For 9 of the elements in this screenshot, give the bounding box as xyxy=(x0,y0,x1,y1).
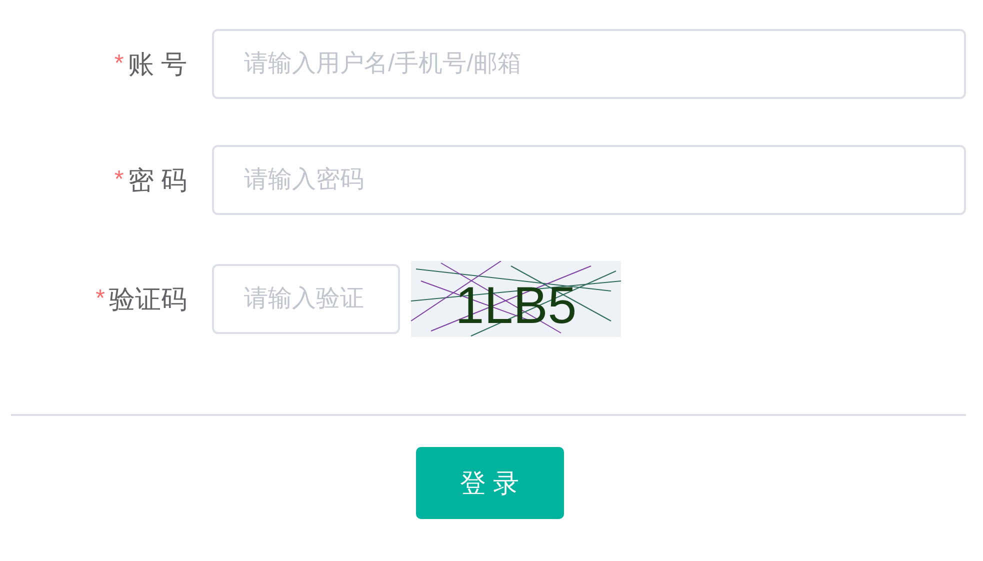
required-mark: * xyxy=(114,49,124,79)
captcha-field[interactable]: 请输入验证 xyxy=(212,264,400,334)
text-field[interactable]: 请输入用户名/手机号/邮箱 xyxy=(212,29,966,99)
field-label: 验证码 xyxy=(109,282,187,316)
field-label: 密 码 xyxy=(128,164,187,196)
field-label: 账 号 xyxy=(128,48,187,80)
required-mark: * xyxy=(96,284,105,314)
text-field[interactable]: 请输入密码 xyxy=(212,145,966,215)
required-mark: * xyxy=(114,165,124,195)
